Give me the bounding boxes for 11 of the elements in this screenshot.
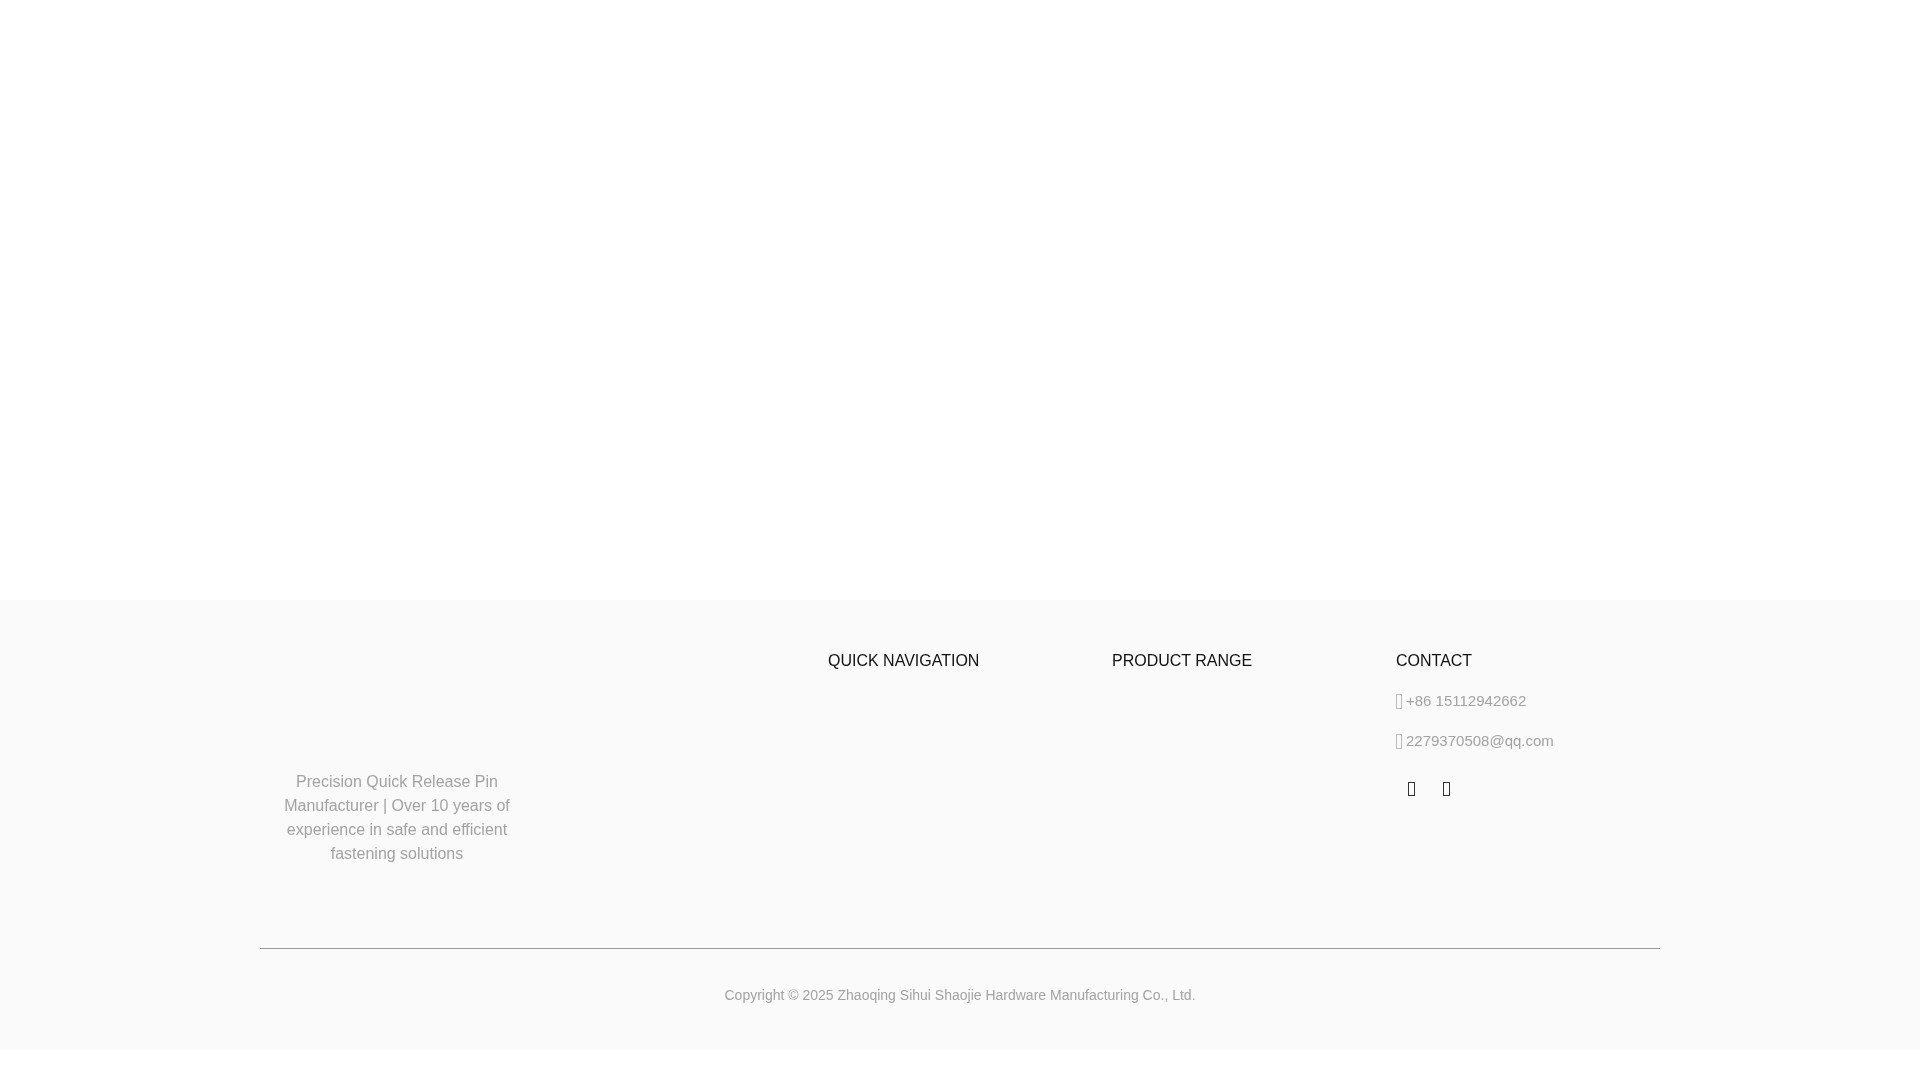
company-description: Precision Quick Release Pin Manufacturer | Over 10 years of experience in safe and efficient fastening solutions (283, 772, 511, 864)
social-icon[interactable] (1443, 782, 1450, 796)
contact-text[interactable]: 2279370508@qq.com (1406, 730, 1554, 752)
contact-text[interactable]: +86 15112942662 (1406, 690, 1527, 712)
social-icon[interactable] (1408, 782, 1415, 796)
glyph-icon (1396, 733, 1402, 749)
column-heading: QUICK NAVIGATION (828, 651, 981, 671)
column-heading: CONTACT (1396, 651, 1474, 671)
glyph-icon (1396, 693, 1402, 709)
copyright-text: Copyright © 2025 Zhaoqing Sihui Shaojie Hardware Manufacturing Co., Ltd. (723, 986, 1197, 1005)
column-heading: PRODUCT RANGE (1112, 651, 1254, 671)
